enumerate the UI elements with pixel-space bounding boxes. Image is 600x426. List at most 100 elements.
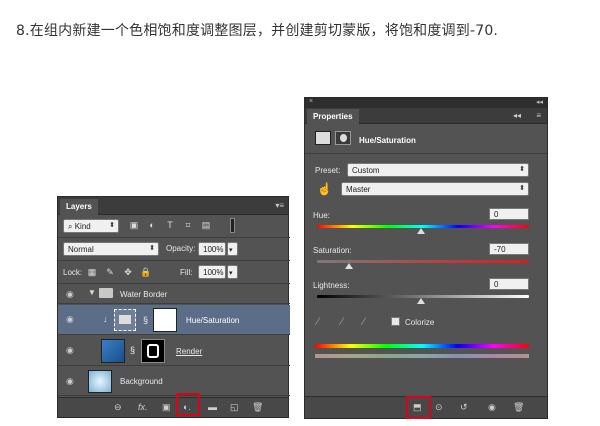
pixel-filter-icon[interactable]: ▣ <box>128 220 140 231</box>
saturation-slider-thumb[interactable] <box>345 263 353 269</box>
panel-menu-icon[interactable]: ≡ <box>536 111 541 120</box>
preset-select[interactable]: Custom ⬍ <box>347 163 529 177</box>
clipping-arrow-icon: ↓ <box>103 314 108 324</box>
fill-input[interactable]: 100% <box>198 265 226 279</box>
layers-panel: Layers ▾≡ ⌕ Kind ⬍ ▣ ◐ T ⌗ ▤ Normal ⬍ Opac… <box>57 196 290 418</box>
layer-name: Hue/Saturation <box>186 316 240 325</box>
visibility-eye-icon[interactable]: ◉ <box>488 402 496 413</box>
fill-dropdown-button[interactable]: ▾ <box>227 265 238 279</box>
folder-icon <box>99 288 113 298</box>
mask-shape <box>147 344 159 358</box>
mask-icon[interactable] <box>335 131 351 145</box>
lightness-slider-thumb[interactable] <box>417 298 425 304</box>
layers-panel-header: Layers ▾≡ <box>58 197 288 215</box>
divider <box>58 237 290 238</box>
opacity-dropdown-button[interactable]: ▾ <box>227 242 238 256</box>
layer-row-background[interactable]: ◉ Background <box>58 367 290 396</box>
fill-label: Fill: <box>180 268 193 277</box>
layers-panel-footer: ⊖ fx. ▣ ◐. ▬ ◱ 🗑 <box>58 397 288 417</box>
saturation-label: Saturation: <box>313 246 352 255</box>
mask-thumbnail-white[interactable] <box>153 308 177 332</box>
add-mask-icon[interactable]: ▣ <box>162 402 171 413</box>
collapse-arrows-icon[interactable]: ◂◂ <box>513 111 521 120</box>
channel-select[interactable]: Master ⬍ <box>341 182 529 196</box>
smart-object-filter-icon[interactable]: ▤ <box>200 220 212 231</box>
layer-row-selected[interactable]: ◉ ↓ § Hue/Saturation <box>58 305 290 335</box>
search-icon: ⌕ <box>68 222 75 231</box>
trash-icon[interactable]: 🗑 <box>252 402 263 413</box>
lock-all-icon[interactable]: 🔒 <box>140 267 152 278</box>
layer-name: Render <box>176 347 203 356</box>
mask-circle <box>340 134 347 142</box>
preset-value: Custom <box>352 166 380 175</box>
blend-mode-label: Normal <box>68 245 94 254</box>
lock-transparent-icon[interactable]: ▦ <box>86 267 98 278</box>
link-chain-icon[interactable]: § <box>130 345 135 355</box>
adjustment-name: Hue/Saturation <box>359 136 416 145</box>
divider <box>58 260 290 261</box>
colorize-checkbox[interactable] <box>391 317 400 326</box>
input-spectrum-bar <box>315 344 529 348</box>
updown-arrow-icon: ⬍ <box>519 166 525 173</box>
new-layer-icon[interactable]: ◱ <box>230 402 239 413</box>
layer-name: Background <box>120 377 163 386</box>
filter-kind-select[interactable]: ⌕ Kind ⬍ <box>63 219 119 233</box>
adjustment-filter-icon[interactable]: ◐ <box>146 220 158 230</box>
layer-row-render[interactable]: ◉ § Render <box>58 336 290 366</box>
mask-thumbnail[interactable] <box>141 339 165 363</box>
panel-title-bar: × ◂◂ <box>305 98 547 108</box>
hue-label: Hue: <box>313 211 330 220</box>
layer-row-group[interactable]: ◉ ▼ Water Border <box>58 284 290 304</box>
link-layers-icon[interactable]: ⊖ <box>114 402 122 413</box>
type-filter-icon[interactable]: T <box>164 220 176 230</box>
view-previous-state-icon[interactable]: ⊙ <box>435 402 443 413</box>
properties-panel-header: Properties ◂◂ ≡ <box>305 108 547 124</box>
opacity-input[interactable]: 100% <box>198 242 226 256</box>
eyedropper-minus-icon[interactable]: ⁄ <box>363 316 365 328</box>
collapse-triangle-icon[interactable]: ▼ <box>88 288 96 297</box>
lightness-label: Lightness: <box>313 281 350 290</box>
blend-mode-select[interactable]: Normal ⬍ <box>63 242 159 256</box>
chevron-down-icon: ▾ <box>229 270 233 277</box>
visibility-eye-icon[interactable]: ◉ <box>66 314 76 324</box>
lock-position-icon[interactable]: ✥ <box>122 267 134 278</box>
layer-name: Water Border <box>120 290 168 299</box>
saturation-value-input[interactable]: -70 <box>489 243 529 255</box>
preset-label: Preset: <box>315 166 341 175</box>
eyedropper-plus-icon[interactable]: ⁄ <box>341 316 343 328</box>
properties-tab[interactable]: Properties <box>307 109 359 124</box>
reset-icon[interactable]: ↺ <box>460 402 468 413</box>
instruction-caption: 8.在组内新建一个色相饱和度调整图层，并创建剪切蒙版，将饱和度调到-70. <box>16 23 499 39</box>
highlight-box-adjustment <box>176 393 200 416</box>
opacity-label: Opacity: <box>166 244 196 253</box>
shape-filter-icon[interactable]: ⌗ <box>182 220 194 231</box>
layers-tab[interactable]: Layers <box>60 199 98 215</box>
eyedropper-icon[interactable]: ⁄ <box>317 316 319 328</box>
hue-value-input[interactable]: 0 <box>489 208 529 220</box>
lightness-value-input[interactable]: 0 <box>489 278 529 290</box>
panel-menu-icon[interactable]: ▾≡ <box>275 201 284 210</box>
lock-label: Lock: <box>63 268 83 277</box>
link-chain-icon[interactable]: § <box>143 315 148 325</box>
filter-toggle-switch[interactable] <box>230 218 235 233</box>
channel-value: Master <box>346 185 371 194</box>
close-icon[interactable]: × <box>309 98 313 105</box>
hue-saturation-icon <box>119 315 131 324</box>
hue-slider-thumb[interactable] <box>417 228 425 234</box>
adjustment-icon <box>315 131 331 145</box>
visibility-eye-icon[interactable]: ◉ <box>66 376 76 386</box>
visibility-eye-icon[interactable]: ◉ <box>66 345 76 355</box>
lock-image-icon[interactable]: ✎ <box>104 267 116 278</box>
colorize-label: Colorize <box>405 318 435 327</box>
updown-arrow-icon: ⬍ <box>109 222 115 229</box>
output-spectrum-bar <box>315 354 529 358</box>
visibility-eye-icon[interactable]: ◉ <box>66 289 76 299</box>
updown-arrow-icon: ⬍ <box>519 185 525 192</box>
fx-icon[interactable]: fx. <box>138 402 148 412</box>
collapse-icon[interactable]: ◂◂ <box>536 98 543 106</box>
trash-icon[interactable]: 🗑 <box>513 402 524 413</box>
highlight-box-clip <box>406 396 431 419</box>
new-group-icon[interactable]: ▬ <box>208 402 217 412</box>
on-image-adjustment-hand-icon[interactable]: ☝ <box>317 182 332 196</box>
layer-thumbnail-background <box>88 370 112 393</box>
